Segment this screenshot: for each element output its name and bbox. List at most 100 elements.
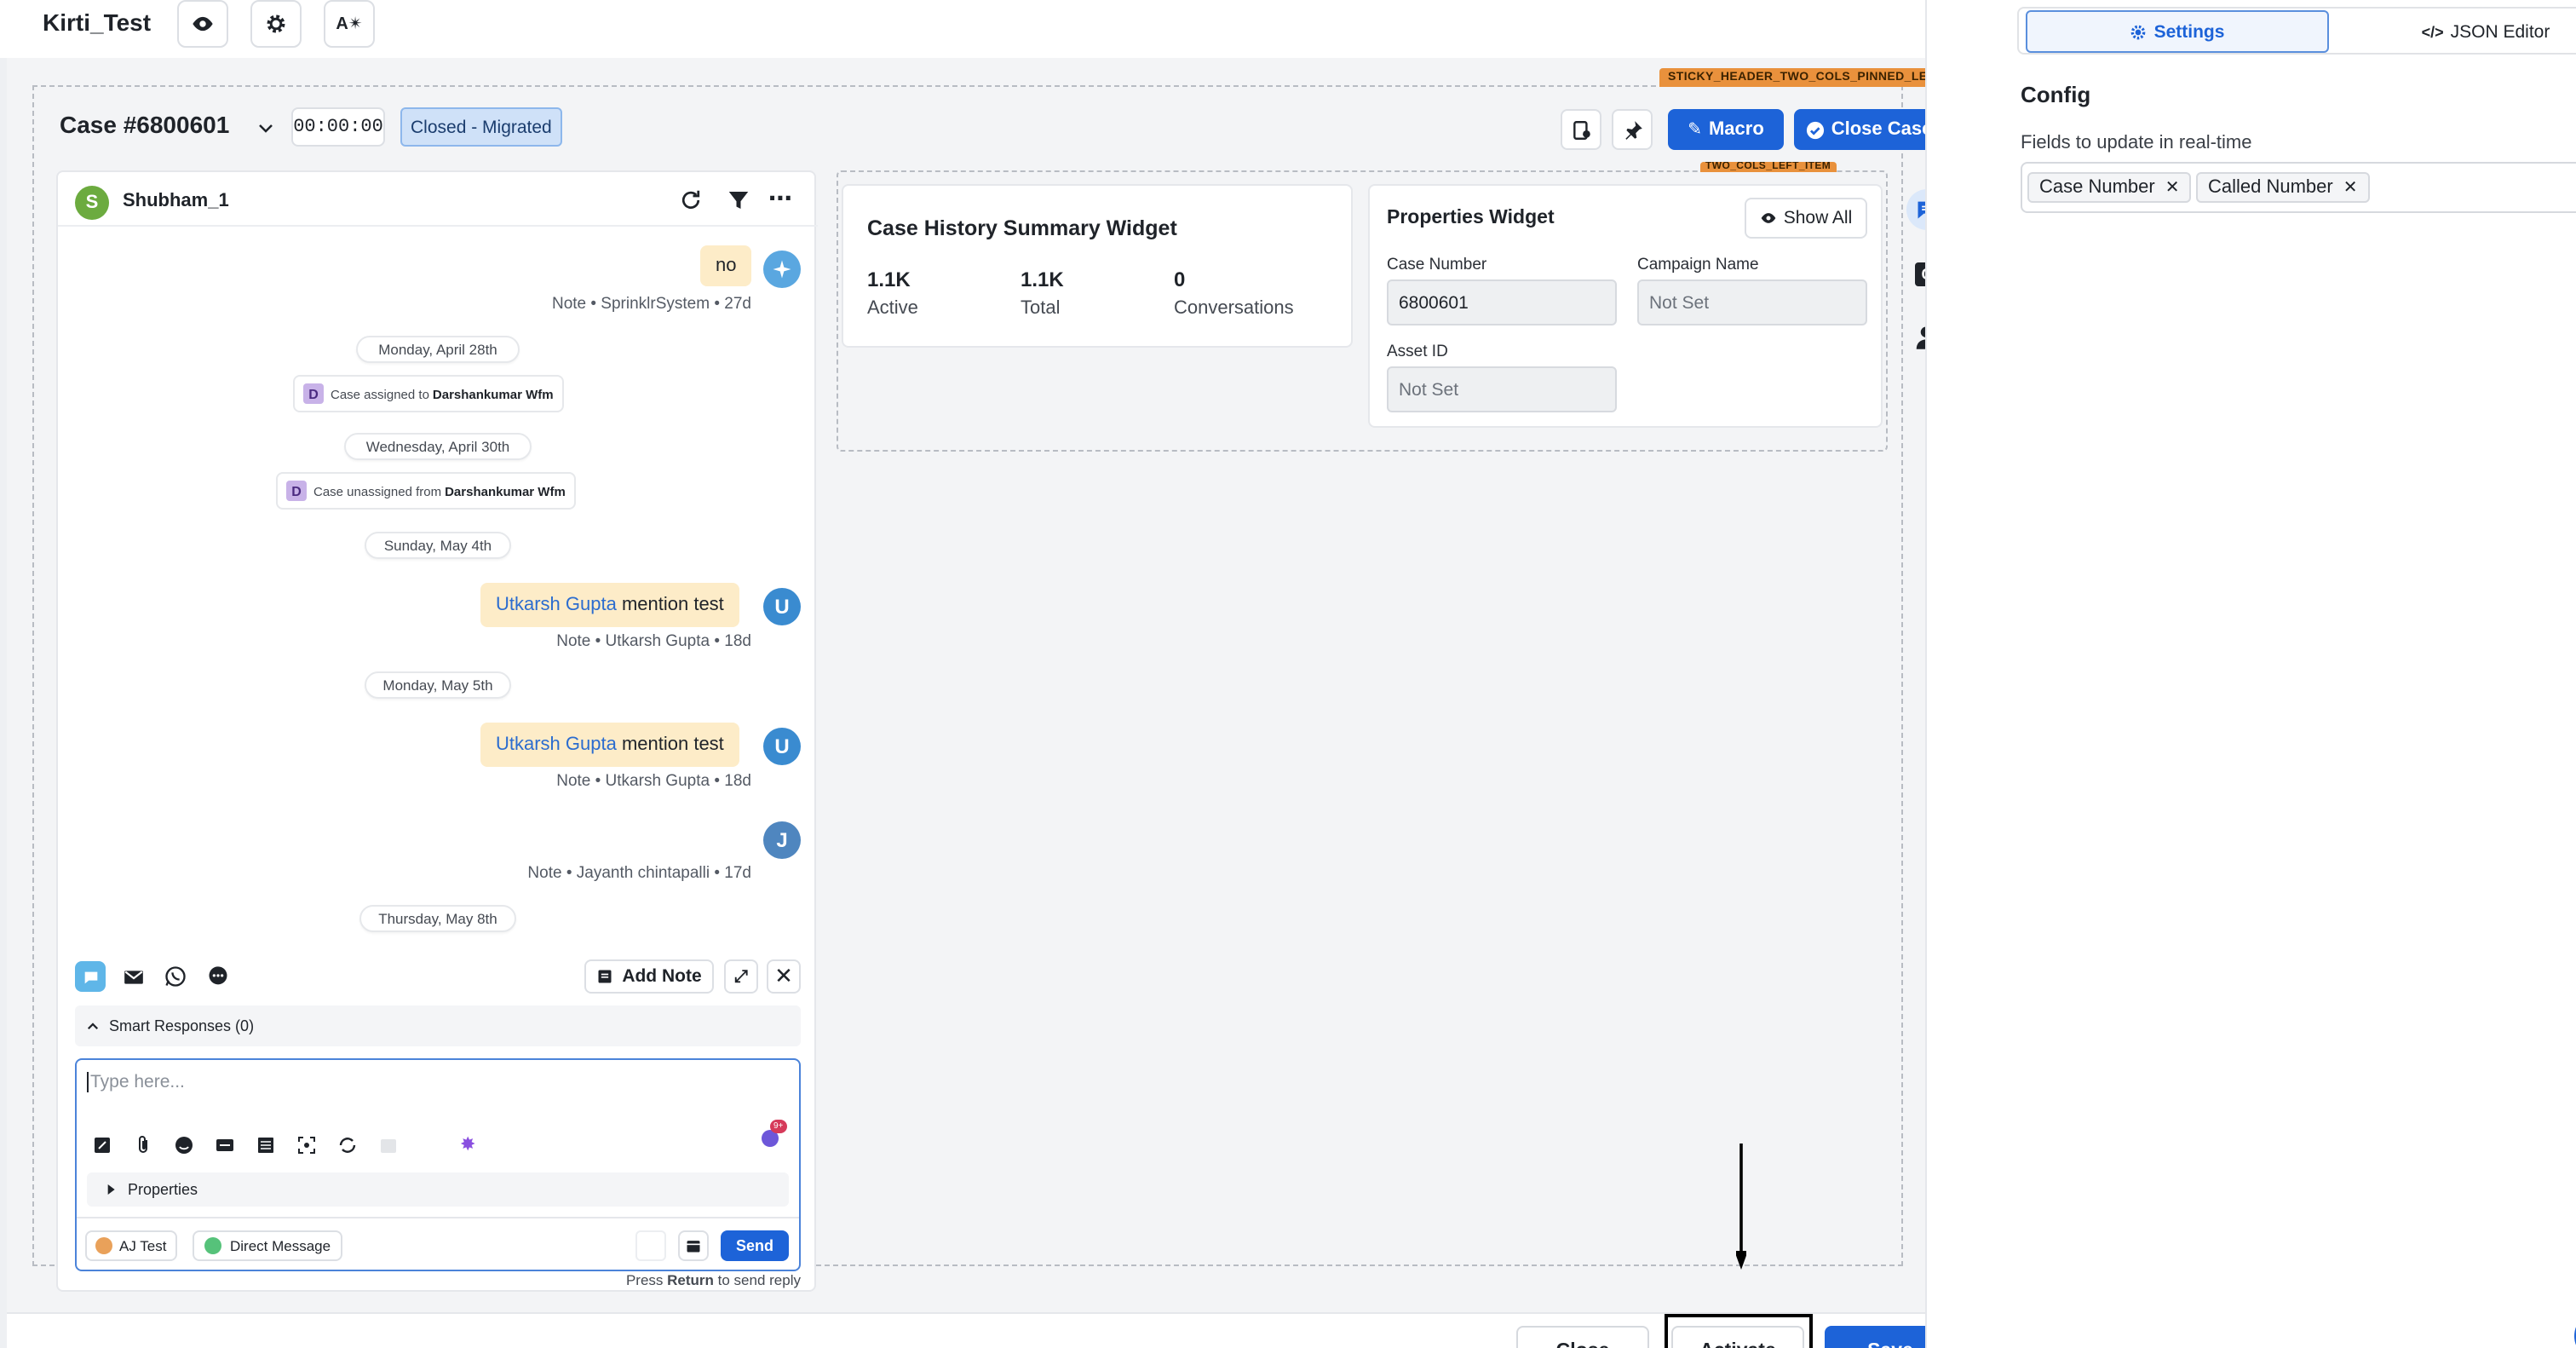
stat-label: Total — [1021, 298, 1061, 319]
translate-button[interactable]: A✴ — [324, 0, 375, 48]
schedule-button[interactable] — [678, 1230, 709, 1261]
preview-disabled-icon — [635, 1230, 666, 1261]
selected-field-chip: Called Number ✕ — [2196, 172, 2370, 203]
tab-settings[interactable]: Settings — [2026, 10, 2329, 53]
config-title: Config — [2021, 82, 2091, 107]
selected-field-chip: Case Number ✕ — [2027, 172, 2192, 203]
campaign-name-field[interactable]: Not Set — [1637, 279, 1867, 325]
code-icon: </> — [2421, 23, 2444, 40]
screenshot-icon[interactable] — [296, 1134, 317, 1155]
case-title: Case #6800601 — [60, 111, 230, 138]
contact-avatar: S — [75, 186, 109, 220]
conversation-panel: S Shubham_1 ⋯ no Note • SprinklrSystem •… — [56, 170, 818, 1292]
properties-widget: Properties Widget Show All Case Number 6… — [1368, 184, 1883, 428]
date-divider: Thursday, May 8th — [359, 905, 516, 932]
date-divider: Wednesday, April 30th — [344, 433, 532, 460]
user-avatar: J — [763, 821, 801, 859]
reply-composer: Type here... 9+ ✸ Properties AJ Test Dir… — [75, 1058, 801, 1271]
settings-button[interactable] — [250, 0, 302, 48]
account-avatar — [95, 1237, 112, 1254]
case-history-widget: Case History Summary Widget 1.1K Active … — [842, 184, 1353, 348]
assign-button[interactable] — [1561, 109, 1601, 150]
channel-selector[interactable]: Direct Message — [193, 1230, 343, 1261]
lock-icon — [204, 1237, 221, 1254]
eye-icon — [191, 12, 215, 36]
widget-title: Properties Widget — [1387, 208, 1555, 228]
case-timer: 00:00:00 — [291, 107, 385, 147]
gear-icon — [2130, 23, 2148, 40]
emoji-icon[interactable] — [174, 1134, 194, 1155]
user-avatar: U — [763, 728, 801, 765]
pin-icon — [1621, 118, 1643, 141]
contact-name[interactable]: Shubham_1 — [123, 191, 229, 211]
close-case-button[interactable]: Close Case — [1794, 109, 1944, 150]
attachment-icon[interactable] — [133, 1134, 153, 1155]
check-circle-icon — [1806, 120, 1825, 139]
case-number-field[interactable]: 6800601 — [1387, 279, 1617, 325]
sync-icon[interactable] — [337, 1134, 358, 1155]
format-icon[interactable] — [92, 1134, 112, 1155]
filter-icon[interactable] — [726, 187, 751, 213]
sprinklr-avatar-icon — [763, 251, 801, 288]
clipboard-user-icon — [1570, 118, 1592, 141]
eye-icon — [1760, 210, 1777, 227]
system-event: D Case unassigned from Darshankumar Wfm — [276, 472, 576, 510]
activate-button[interactable]: Activate — [1671, 1326, 1804, 1348]
widget-title: Case History Summary Widget — [867, 216, 1177, 240]
smart-responses-toggle[interactable]: Smart Responses (0) — [75, 1005, 801, 1046]
show-all-button[interactable]: Show All — [1745, 198, 1867, 239]
message-meta: Note • Utkarsh Gupta • 18d — [556, 772, 751, 791]
expand-button[interactable]: ⤢ — [724, 959, 758, 994]
close-case-label: Close Case — [1831, 119, 1933, 140]
close-composer-button[interactable]: ✕ — [767, 959, 801, 994]
message-bubble: Utkarsh Gupta mention test — [480, 723, 739, 767]
account-selector[interactable]: AJ Test — [85, 1230, 177, 1261]
add-note-button[interactable]: Add Note — [584, 959, 714, 994]
gif-icon[interactable] — [215, 1134, 235, 1155]
translate-icon: A✴ — [336, 14, 363, 33]
calendar-icon — [685, 1237, 702, 1254]
user-badge: D — [303, 383, 324, 404]
email-channel-icon[interactable] — [123, 966, 145, 988]
layout-tag: STICKY_HEADER_TWO_COLS_PINNED_LEFT — [1659, 68, 1952, 87]
message-meta: Note • SprinklrSystem • 27d — [551, 295, 751, 314]
composer-divider — [77, 1217, 799, 1218]
macro-label: Macro — [1708, 119, 1764, 140]
asset-id-field[interactable]: Not Set — [1387, 366, 1617, 412]
chat-channel-icon[interactable] — [75, 961, 106, 992]
date-divider: Monday, April 28th — [356, 336, 520, 363]
widget-tag: TWO_COLS_LEFT_ITEM — [1700, 162, 1837, 172]
reply-input[interactable]: Type here... — [87, 1072, 185, 1092]
remove-chip-icon[interactable]: ✕ — [2343, 178, 2358, 197]
chevron-down-icon[interactable] — [256, 118, 276, 138]
refresh-icon[interactable] — [678, 187, 704, 213]
ai-assist-icon[interactable]: 9+ — [760, 1119, 787, 1148]
template-icon[interactable] — [256, 1134, 276, 1155]
notification-count: 9+ — [770, 1119, 787, 1132]
field-label: Campaign Name — [1637, 256, 1759, 274]
whatsapp-icon[interactable] — [164, 965, 187, 988]
remove-chip-icon[interactable]: ✕ — [2165, 178, 2180, 197]
more-options-icon[interactable]: ⋯ — [768, 184, 794, 213]
stat-value: 1.1K — [867, 268, 911, 291]
tab-json-editor[interactable]: </> JSON Editor — [2334, 10, 2576, 53]
note-icon — [596, 968, 613, 985]
stat-value: 0 — [1174, 268, 1186, 291]
macro-button[interactable]: ✎ Macro — [1668, 109, 1784, 150]
pin-button[interactable] — [1612, 109, 1653, 150]
stat-value: 1.1K — [1021, 268, 1064, 291]
properties-toggle[interactable]: Properties — [87, 1172, 789, 1207]
system-event: D Case assigned to Darshankumar Wfm — [293, 375, 564, 412]
gear-icon — [264, 12, 288, 36]
composer-toolbar: 9+ ✸ — [92, 1119, 787, 1155]
close-icon: ✕ — [774, 963, 793, 988]
calendar-disabled-icon — [378, 1134, 399, 1155]
sparkle-icon[interactable]: ✸ — [460, 1133, 475, 1155]
caret-right-icon — [104, 1183, 118, 1196]
preview-button[interactable] — [177, 0, 228, 48]
stat-label: Conversations — [1174, 298, 1294, 319]
wand-icon: ✎ — [1688, 120, 1702, 139]
send-button[interactable]: Send — [721, 1230, 789, 1261]
close-button[interactable]: Close — [1516, 1326, 1649, 1348]
message-bubble-icon[interactable] — [206, 965, 230, 988]
